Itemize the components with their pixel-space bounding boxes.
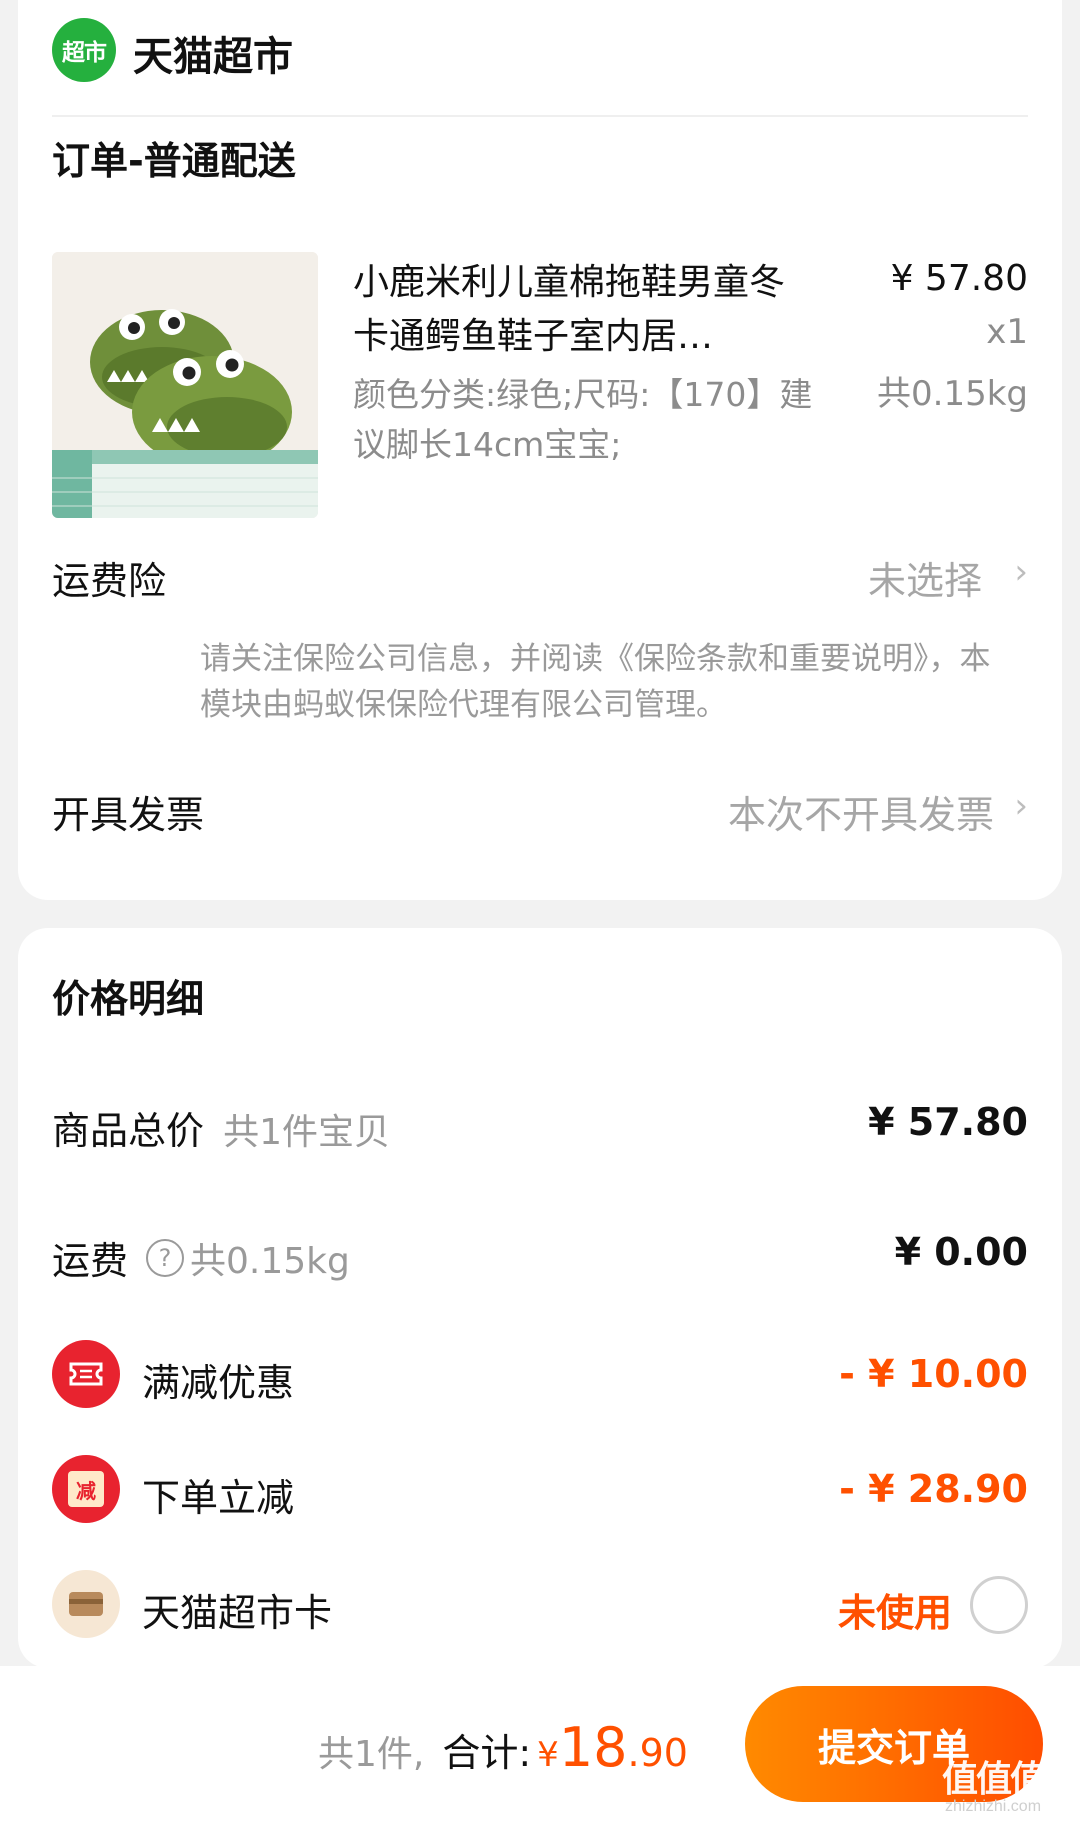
product-title[interactable]: 小鹿米利儿童棉拖鞋男童冬卡通鳄鱼鞋子室内居… [353, 256, 813, 364]
discount-icon: 减 [52, 1455, 120, 1523]
product-sku: 颜色分类:绿色;尺码:【170】建议脚长14cm宝宝; [353, 375, 813, 464]
supermarket-card-label: 天猫超市卡 [142, 1591, 333, 1635]
total-label: 合计: [442, 1731, 532, 1775]
full-reduction-label: 满减优惠 [142, 1361, 295, 1405]
goods-total-label: 商品总价 [52, 1109, 205, 1153]
supermarket-card-radio[interactable] [970, 1576, 1028, 1634]
store-name[interactable]: 天猫超市 [133, 24, 293, 82]
price-detail-card: 价格明细 商品总价 共1件宝贝 ¥ 57.80 运费 ? 共0.15kg ¥ 0… [18, 928, 1062, 1668]
supermarket-card-value[interactable]: 未使用 [838, 1582, 952, 1637]
discount-icon-text: 减 [68, 1471, 104, 1507]
shipping-fee-row: 运费 ? 共0.15kg [52, 1230, 350, 1285]
shipping-fee-label: 运费 [52, 1239, 129, 1283]
green-crocodile-slipper-icon [52, 252, 318, 518]
shipping-weight: 共0.15kg [190, 1240, 350, 1282]
invoice-value: 本次不开具发票 [727, 793, 994, 837]
total-decimal: .90 [627, 1731, 688, 1775]
shipping-fee-value: ¥ 0.00 [894, 1230, 1028, 1274]
tmall-supermarket-logo: 超市 [52, 18, 116, 82]
goods-total-sub: 共1件宝贝 [223, 1112, 391, 1153]
product-price: ¥ 57.80 [890, 258, 1028, 299]
goods-total-value: ¥ 57.80 [868, 1100, 1028, 1144]
total-integer: 18 [558, 1716, 628, 1779]
goods-total-row: 商品总价 共1件宝贝 [52, 1100, 390, 1155]
product-quantity: x1 [986, 312, 1028, 352]
question-icon[interactable]: ? [146, 1238, 185, 1277]
order-discount-label: 下单立减 [142, 1476, 295, 1520]
price-detail-title: 价格明细 [52, 977, 205, 1021]
total-summary: 共1件, 合计: ¥ 18 .90 [318, 1716, 688, 1779]
invoice-row[interactable]: 开具发票 本次不开具发票 › [52, 780, 1028, 840]
card-icon [52, 1570, 120, 1638]
item-count: 共1件, [318, 1734, 425, 1775]
order-card: 超市 天猫超市 订单-普通配送 小鹿米利儿童棉拖鞋男童冬卡通鳄鱼鞋子室内居… 颜… [18, 0, 1062, 900]
total-currency: ¥ [537, 1735, 559, 1775]
chevron-right-icon: › [1014, 552, 1028, 592]
shipping-insurance-label: 运费险 [52, 559, 167, 603]
shipping-insurance-row[interactable]: 运费险 未选择 › [52, 546, 1028, 606]
order-section-title: 订单-普通配送 [52, 139, 296, 183]
bottom-bar: 共1件, 合计: ¥ 18 .90 提交订单 值值值 zhizhizhi.com [0, 1666, 1080, 1826]
product-weight: 共0.15kg [877, 374, 1028, 414]
chevron-right-icon: › [1014, 786, 1028, 826]
order-discount-value: - ¥ 28.90 [839, 1467, 1028, 1511]
watermark-text: zhizhizhi.com [944, 1798, 1042, 1815]
coupon-icon [52, 1340, 120, 1408]
shipping-insurance-value: 未选择 [867, 559, 982, 603]
insurance-note: 请关注保险公司信息，并阅读《保险条款和重要说明》，本模块由蚂蚁保保险代理有限公司… [200, 641, 991, 723]
product-image[interactable] [52, 252, 318, 518]
full-reduction-value: - ¥ 10.00 [839, 1352, 1028, 1396]
store-logo-text: 超市 [62, 40, 107, 66]
watermark-mark: 值值值 [941, 1759, 1046, 1800]
invoice-label: 开具发票 [52, 793, 205, 837]
divider [52, 115, 1028, 117]
watermark: 值值值 zhizhizhi.com [918, 1759, 1068, 1816]
